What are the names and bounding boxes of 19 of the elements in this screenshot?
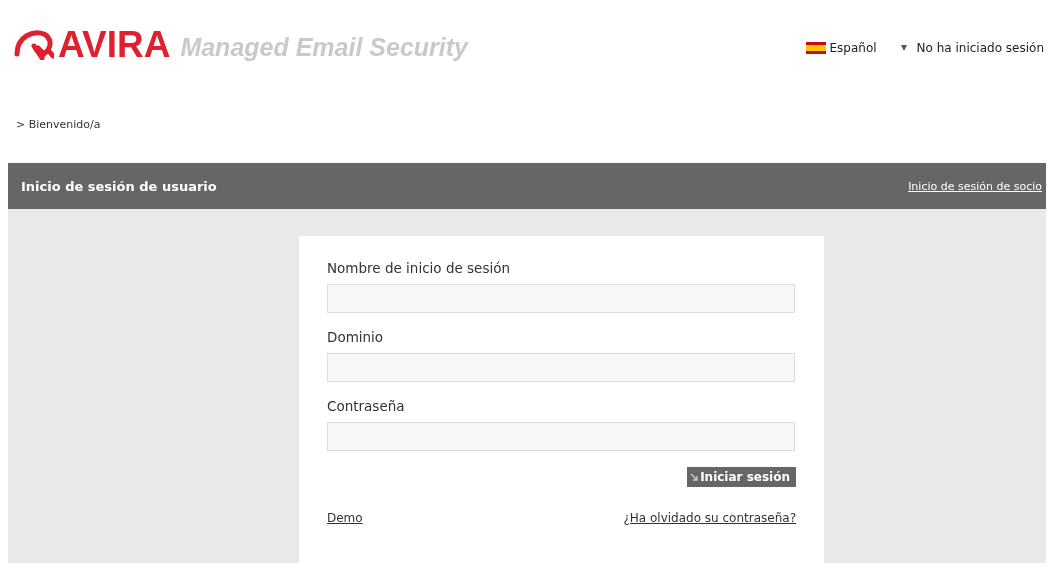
- partner-login-link[interactable]: Inicio de sesión de socio: [908, 179, 1042, 193]
- panel-title: Inicio de sesión de usuario: [21, 178, 217, 194]
- umbrella-logo-icon: [14, 28, 54, 60]
- arrow-icon: [690, 472, 700, 482]
- login-button[interactable]: Iniciar sesión: [687, 467, 796, 487]
- forgot-password-link[interactable]: ¿Ha olvidado su contraseña?: [623, 511, 796, 525]
- input-field[interactable]: [327, 284, 795, 313]
- field-label: Contraseña: [327, 398, 406, 414]
- session-status[interactable]: No ha iniciado sesión: [916, 41, 1044, 55]
- flag-icon: [805, 42, 826, 54]
- language-selector[interactable]: Español: [829, 41, 877, 55]
- input-field[interactable]: [327, 353, 795, 382]
- field-label: Dominio: [327, 329, 385, 345]
- input-field[interactable]: [327, 422, 795, 451]
- demo-link[interactable]: Demo: [327, 511, 363, 525]
- field-label: Nombre de inicio de sesión: [327, 260, 511, 276]
- brand-logo-text: AVIRA: [58, 25, 171, 63]
- breadcrumb: > Bienvenido/a: [16, 118, 101, 131]
- caret-icon[interactable]: [900, 45, 907, 51]
